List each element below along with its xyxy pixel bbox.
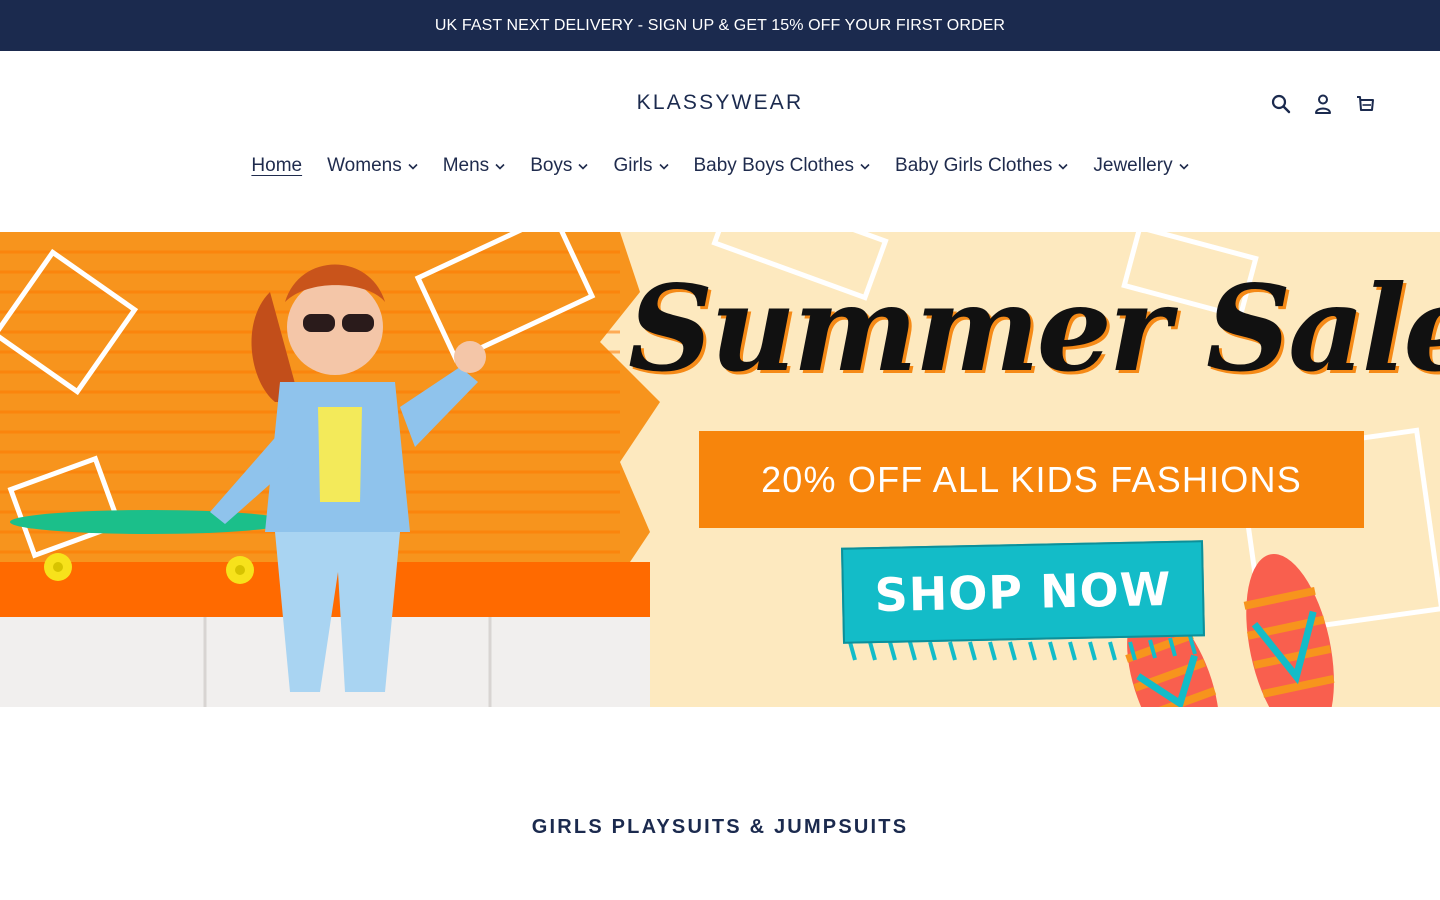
nav-item-womens[interactable]: Womens — [327, 155, 418, 177]
chevron-down-icon — [495, 163, 505, 170]
shop-now-button[interactable]: SHOP NOW — [841, 540, 1205, 644]
nav-item-mens[interactable]: Mens — [443, 155, 505, 177]
chevron-down-icon — [658, 163, 669, 170]
offer-banner: 20% OFF ALL KIDS FASHIONS — [699, 431, 1364, 528]
nav-item-jewellery[interactable]: Jewellery — [1093, 155, 1189, 177]
nav-label: Mens — [442, 155, 490, 176]
nav-item-boys[interactable]: Boys — [530, 155, 589, 177]
nav-item-home[interactable]: Home — [251, 155, 302, 177]
chevron-down-icon — [1058, 163, 1068, 170]
shop-now-label: SHOP NOW — [874, 561, 1172, 623]
section-title: GIRLS PLAYSUITS & JUMPSUITS — [531, 816, 909, 838]
site-header: KLASSYWEAR Home Womens Mens Boys Girls B… — [0, 51, 1440, 232]
product-grid — [0, 892, 1440, 900]
account-icon[interactable] — [1312, 93, 1334, 115]
announcement-text: UK FAST NEXT DELIVERY - SIGN UP & GET 15… — [434, 16, 1006, 34]
nav-label: Girls — [613, 155, 653, 176]
nav-item-baby-girls-clothes[interactable]: Baby Girls Clothes — [895, 155, 1068, 177]
offer-text: 20% OFF ALL KIDS FASHIONS — [761, 458, 1302, 500]
nav-label: Baby Boys Clothes — [693, 155, 855, 176]
chevron-down-icon — [408, 163, 418, 170]
announcement-bar: UK FAST NEXT DELIVERY - SIGN UP & GET 15… — [0, 0, 1440, 51]
nav-label: Boys — [530, 155, 573, 176]
chevron-down-icon — [860, 163, 870, 170]
nav-item-baby-boys-clothes[interactable]: Baby Boys Clothes — [694, 155, 871, 177]
nav-item-girls[interactable]: Girls — [613, 155, 669, 177]
cart-icon[interactable] — [1354, 93, 1376, 115]
chevron-down-icon — [578, 163, 589, 170]
nav-label: Jewellery — [1093, 155, 1173, 176]
hero-banner[interactable]: Summer Sale. 20% OFF ALL KIDS FASHIONS S… — [0, 232, 1440, 707]
nav-label: Baby Girls Clothes — [895, 155, 1053, 176]
nav-label: Home — [251, 155, 303, 176]
site-logo[interactable]: KLASSYWEAR — [0, 91, 1440, 115]
chevron-down-icon — [1179, 163, 1189, 170]
search-icon[interactable] — [1270, 93, 1292, 115]
main-nav: Home Womens Mens Boys Girls Baby Boys Cl… — [0, 155, 1440, 177]
header-icons — [1270, 93, 1376, 115]
hero-title: Summer Sale. — [628, 259, 1440, 398]
nav-label: Womens — [327, 155, 402, 176]
